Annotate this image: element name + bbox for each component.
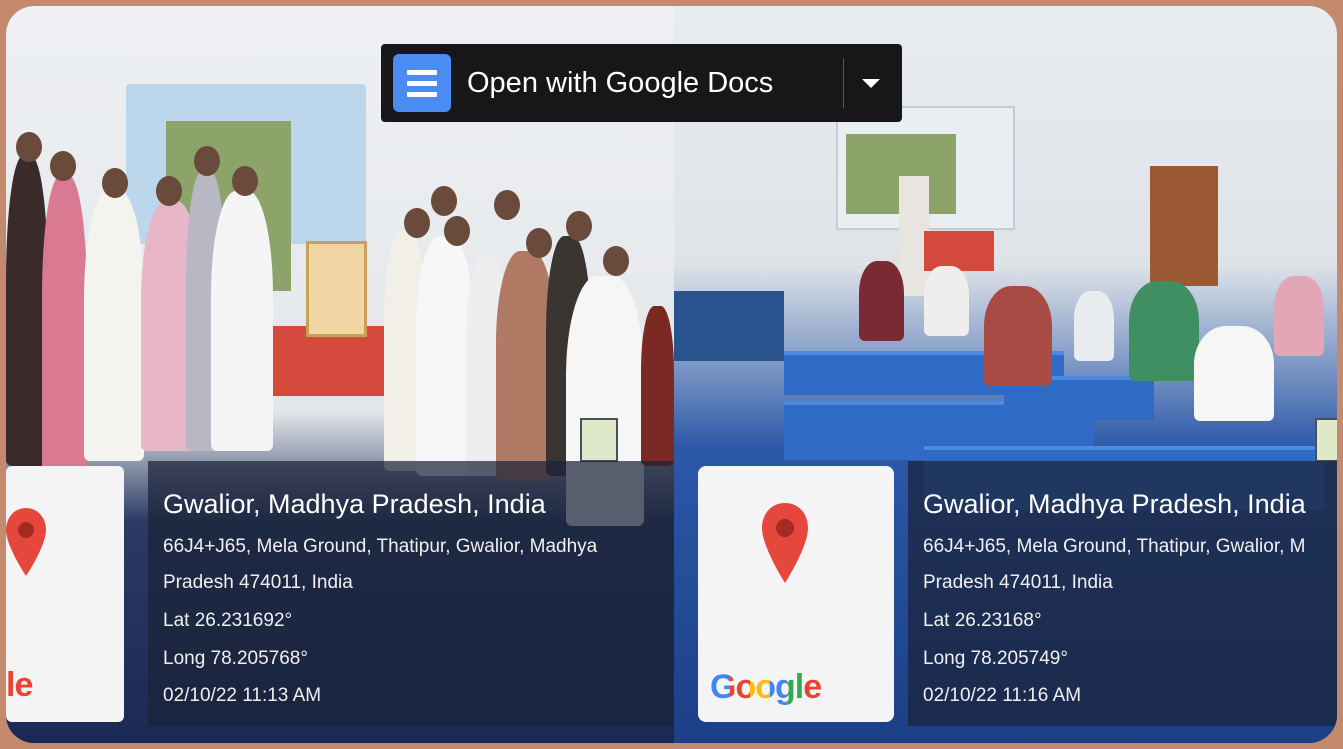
address-line-1: 66J4+J65, Mela Ground, Thatipur, Gwalior…	[923, 536, 1306, 557]
google-logo-fragment: le	[6, 666, 33, 704]
location-title: Gwalior, Madhya Pradesh, India	[923, 489, 1306, 519]
address-line-2: Pradesh 474011, India	[163, 572, 353, 593]
timestamp: 02/10/22 11:13 AM	[163, 685, 322, 706]
seated-student	[1129, 281, 1199, 381]
location-title: Gwalior, Madhya Pradesh, India	[163, 489, 546, 519]
group-person	[42, 176, 87, 476]
seated-student	[984, 286, 1052, 386]
latitude: Lat 26.23168°	[923, 610, 1042, 631]
person-head	[16, 132, 42, 162]
group-person	[84, 191, 144, 461]
longitude: Long 78.205749°	[923, 648, 1068, 669]
map-pin-icon	[762, 503, 808, 583]
person-head	[156, 176, 182, 206]
person-head	[102, 168, 128, 198]
person-head	[566, 211, 592, 241]
open-with-google-docs-bar: Open with Google Docs	[381, 44, 902, 122]
google-docs-icon[interactable]	[393, 54, 451, 112]
seated-student	[1074, 291, 1114, 361]
address-line-2: Pradesh 474011, India	[923, 572, 1113, 593]
longitude: Long 78.205768°	[163, 648, 308, 669]
seated-student	[924, 266, 969, 336]
person-head	[494, 190, 520, 220]
person-head	[431, 186, 457, 216]
toolbar-divider	[843, 58, 844, 108]
seated-student	[859, 261, 904, 341]
address-line-1: 66J4+J65, Mela Ground, Thatipur, Gwalior…	[163, 536, 598, 557]
person-head	[232, 166, 258, 196]
chevron-down-icon[interactable]	[862, 78, 880, 88]
image-viewer-frame: le Gwalior, Madhya Pradesh, India 66J4+J…	[6, 6, 1337, 743]
person-head	[404, 208, 430, 238]
group-person	[641, 306, 674, 466]
portrait-frame	[306, 241, 367, 337]
classroom-seat	[674, 291, 784, 361]
seated-student	[1194, 326, 1274, 421]
camera-thumbnail	[580, 418, 618, 462]
camera-thumbnail	[1315, 418, 1337, 462]
latitude: Lat 26.231692°	[163, 610, 293, 631]
seated-student	[1274, 276, 1324, 356]
person-head	[50, 151, 76, 181]
google-logo: Google	[710, 668, 822, 706]
podium-table	[924, 231, 994, 271]
map-thumbnail: Google	[698, 466, 894, 722]
person-head	[444, 216, 470, 246]
map-thumbnail: le	[6, 466, 124, 722]
person-head	[194, 146, 220, 176]
map-pin-icon	[6, 508, 46, 576]
person-head	[603, 246, 629, 276]
timestamp: 02/10/22 11:16 AM	[923, 685, 1082, 706]
classroom-door	[1150, 166, 1218, 286]
group-person	[211, 191, 273, 451]
open-with-google-docs-button[interactable]: Open with Google Docs	[467, 67, 843, 100]
person-head	[526, 228, 552, 258]
